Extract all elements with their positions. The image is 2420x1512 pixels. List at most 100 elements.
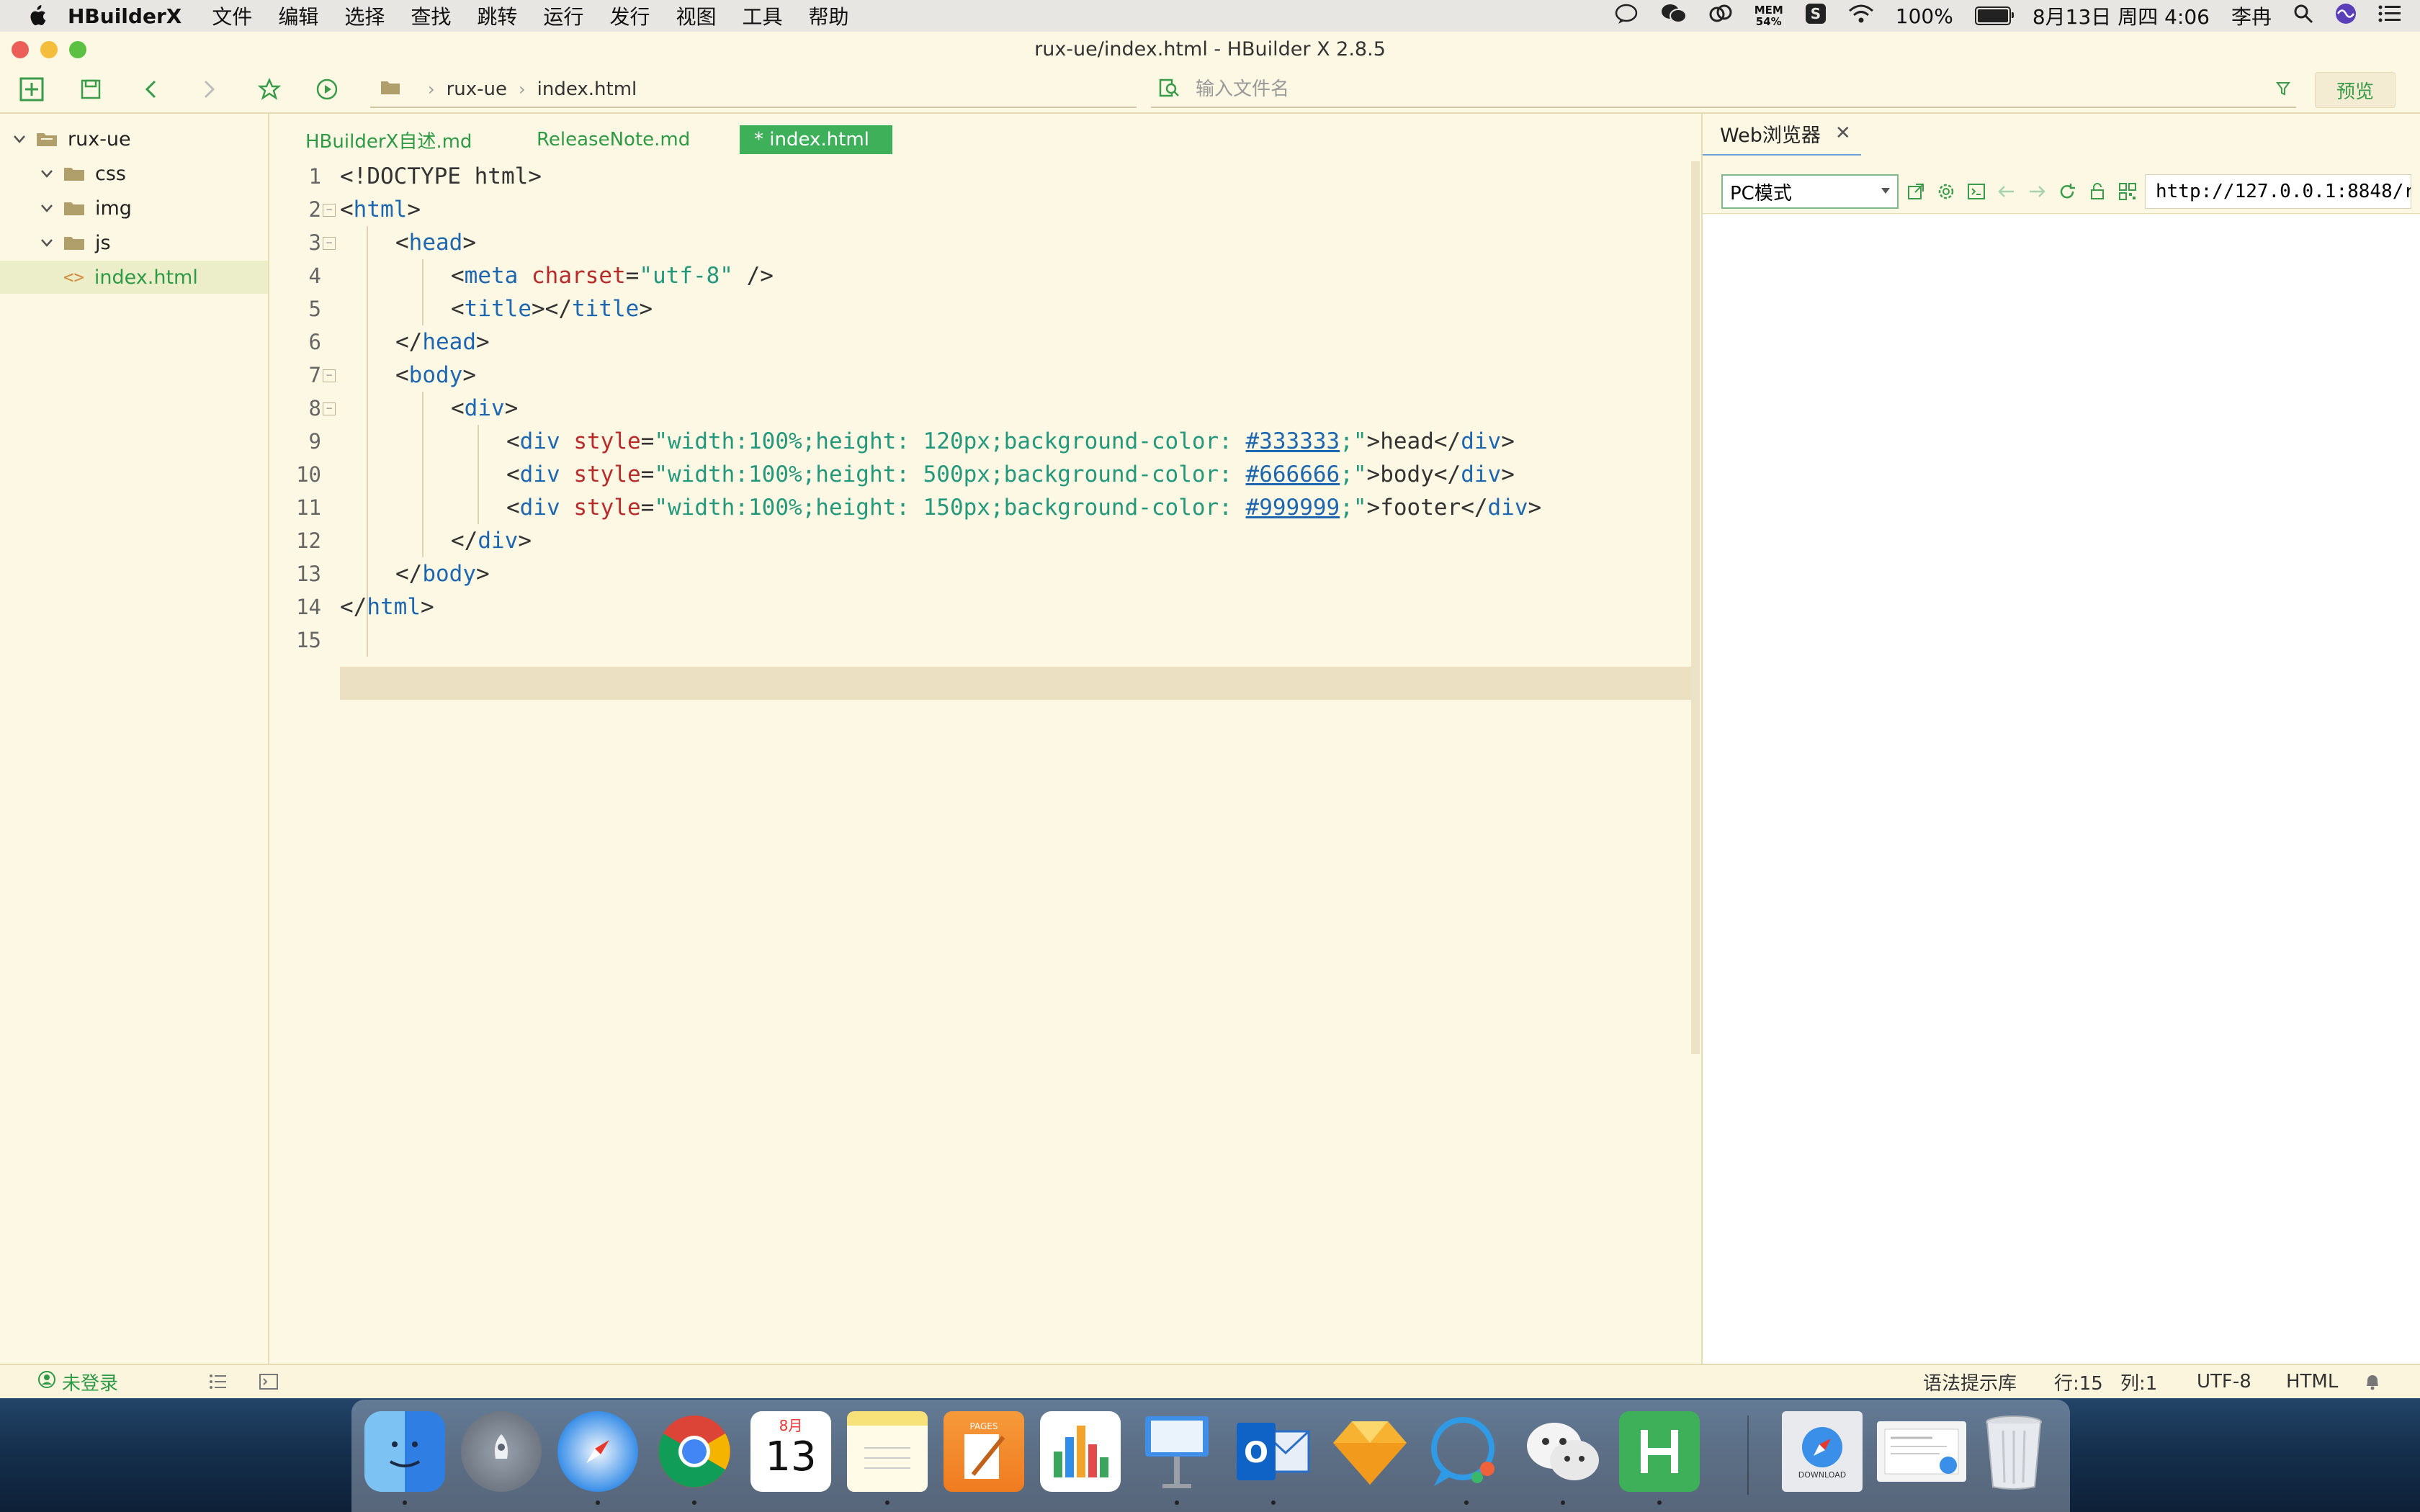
outline-icon[interactable] <box>209 1365 228 1398</box>
tab-hbuilderx-readme[interactable]: HBuilderX自述.md <box>305 125 472 154</box>
browser-viewport[interactable] <box>1703 215 2420 1364</box>
settings-gear-icon[interactable] <box>1936 181 1956 202</box>
qr-code-icon[interactable] <box>2118 181 2138 202</box>
memory-monitor[interactable]: MEM 54% <box>1754 4 1783 27</box>
console-icon[interactable] <box>1966 181 1986 202</box>
code-color-value[interactable]: #999999 <box>1246 495 1340 521</box>
siri-icon[interactable] <box>2335 3 2357 30</box>
spotlight-icon[interactable] <box>2293 4 2313 29</box>
back-icon[interactable] <box>135 73 167 105</box>
chevron-down-icon[interactable] <box>40 202 53 215</box>
new-file-icon[interactable] <box>16 73 48 105</box>
run-icon[interactable] <box>311 73 343 105</box>
arrow-back-icon[interactable] <box>1996 181 2017 202</box>
notification-center-icon[interactable] <box>2378 4 2401 28</box>
arrow-forward-icon[interactable] <box>2027 181 2047 202</box>
tree-folder-js[interactable]: js <box>0 226 268 259</box>
close-window-button[interactable] <box>12 41 29 58</box>
outlook-icon[interactable]: O <box>1233 1411 1314 1492</box>
open-external-icon[interactable] <box>1906 181 1926 202</box>
file-search-input[interactable] <box>1194 78 2205 101</box>
filter-icon[interactable] <box>2276 81 2290 99</box>
save-icon[interactable] <box>75 73 107 105</box>
device-mode-select[interactable]: PC模式 <box>1721 174 1899 209</box>
breadcrumb-project[interactable]: rux-ue <box>447 78 507 100</box>
breadcrumb-file[interactable]: index.html <box>537 78 637 100</box>
tab-releasenote[interactable]: ReleaseNote.md <box>537 125 690 154</box>
sketch-icon[interactable] <box>1330 1411 1410 1492</box>
chat-bubble-icon[interactable] <box>1615 3 1639 30</box>
tree-folder-css[interactable]: css <box>0 157 268 190</box>
user-icon <box>37 1370 56 1394</box>
minimize-window-button[interactable] <box>40 41 58 58</box>
menu-run[interactable]: 运行 <box>543 1 583 30</box>
pages-icon[interactable]: PAGES <box>944 1411 1024 1492</box>
syntax-library-button[interactable]: 语法提示库 <box>1923 1365 2017 1398</box>
editor-scrollbar[interactable] <box>1691 161 1700 1054</box>
keynote-icon[interactable] <box>1137 1411 1217 1492</box>
apple-menu-icon[interactable] <box>24 4 49 28</box>
menu-select[interactable]: 选择 <box>344 1 385 30</box>
code-color-value[interactable]: #333333 <box>1246 428 1340 454</box>
chrome-icon[interactable] <box>654 1411 735 1492</box>
notes-icon[interactable] <box>847 1411 928 1492</box>
bell-icon[interactable] <box>2364 1365 2381 1398</box>
app-menu[interactable]: HBuilderX <box>68 4 182 28</box>
tree-label: css <box>95 162 126 185</box>
hbuilderx-dock-icon[interactable] <box>1619 1411 1700 1492</box>
code-color-value[interactable]: #666666 <box>1246 462 1340 487</box>
tree-file-index-html[interactable]: <> index.html <box>0 261 268 294</box>
recent-window-thumbnail-icon[interactable] <box>1877 1421 1966 1482</box>
numbers-icon[interactable] <box>1040 1411 1121 1492</box>
menu-edit[interactable]: 编辑 <box>278 1 318 30</box>
line-number: 14 <box>296 595 321 619</box>
s-app-icon[interactable]: S <box>1805 3 1827 30</box>
menu-goto[interactable]: 跳转 <box>477 1 517 30</box>
language-mode-button[interactable]: HTML <box>2286 1365 2338 1398</box>
launchpad-icon[interactable] <box>461 1411 542 1492</box>
menu-view[interactable]: 视图 <box>676 1 716 30</box>
downloads-stack-icon[interactable]: DOWNLOAD <box>1782 1411 1863 1492</box>
encoding-button[interactable]: UTF-8 <box>2197 1365 2251 1398</box>
creative-cloud-icon[interactable] <box>1708 3 1733 30</box>
tab-web-browser[interactable]: Web浏览器 ✕ <box>1703 112 1861 156</box>
tab-index-html[interactable]: * index.html <box>740 125 892 154</box>
chat-app-icon[interactable] <box>1426 1411 1507 1492</box>
preview-button[interactable]: 预览 <box>2315 72 2396 108</box>
bookmark-star-icon[interactable] <box>254 73 285 105</box>
menu-find[interactable]: 查找 <box>411 1 451 30</box>
lock-icon[interactable] <box>2087 181 2107 202</box>
cursor-row[interactable]: 行:15 <box>2054 1365 2103 1398</box>
calendar-icon[interactable]: 8月 13 <box>750 1411 831 1492</box>
tree-folder-img[interactable]: img <box>0 192 268 225</box>
menu-tools[interactable]: 工具 <box>742 1 782 30</box>
close-icon[interactable]: ✕ <box>1835 122 1851 144</box>
zoom-window-button[interactable] <box>69 41 86 58</box>
window-titlebar[interactable]: rux-ue/index.html - HBuilder X 2.8.5 <box>0 32 2420 66</box>
chevron-down-icon[interactable] <box>13 132 26 145</box>
wechat-icon[interactable] <box>1661 3 1687 30</box>
safari-icon[interactable] <box>557 1411 638 1492</box>
cursor-col[interactable]: 列:1 <box>2120 1365 2157 1398</box>
tree-project-rux-ue[interactable]: rux-ue <box>0 122 268 156</box>
code-editor[interactable]: <!DOCTYPE html> <html> <head> <meta char… <box>326 160 1701 1364</box>
clock[interactable]: 8月13日 周四 4:06 <box>2033 1 2210 30</box>
finder-icon[interactable] <box>364 1411 445 1492</box>
menu-help[interactable]: 帮助 <box>808 1 848 30</box>
user-name[interactable]: 李冉 <box>2231 1 2272 30</box>
forward-icon[interactable] <box>193 73 225 105</box>
wifi-icon[interactable] <box>1848 4 1874 29</box>
terminal-icon[interactable] <box>259 1365 278 1398</box>
login-status[interactable]: 未登录 <box>37 1365 118 1398</box>
chevron-down-icon[interactable] <box>40 236 53 249</box>
refresh-icon[interactable] <box>2057 181 2077 202</box>
menu-file[interactable]: 文件 <box>212 1 252 30</box>
pages-label: PAGES <box>969 1421 998 1431</box>
battery-icon[interactable] <box>1974 6 2014 25</box>
web-browser-panel: Web浏览器 ✕ PC模式 http://127.0.0.1:8848/rux <box>1701 112 2420 1364</box>
chevron-down-icon[interactable] <box>40 167 53 180</box>
url-field[interactable]: http://127.0.0.1:8848/rux <box>2145 174 2411 209</box>
trash-icon[interactable] <box>1973 1411 2054 1492</box>
menu-publish[interactable]: 发行 <box>609 1 650 30</box>
wechat-dock-icon[interactable] <box>1523 1411 1603 1492</box>
